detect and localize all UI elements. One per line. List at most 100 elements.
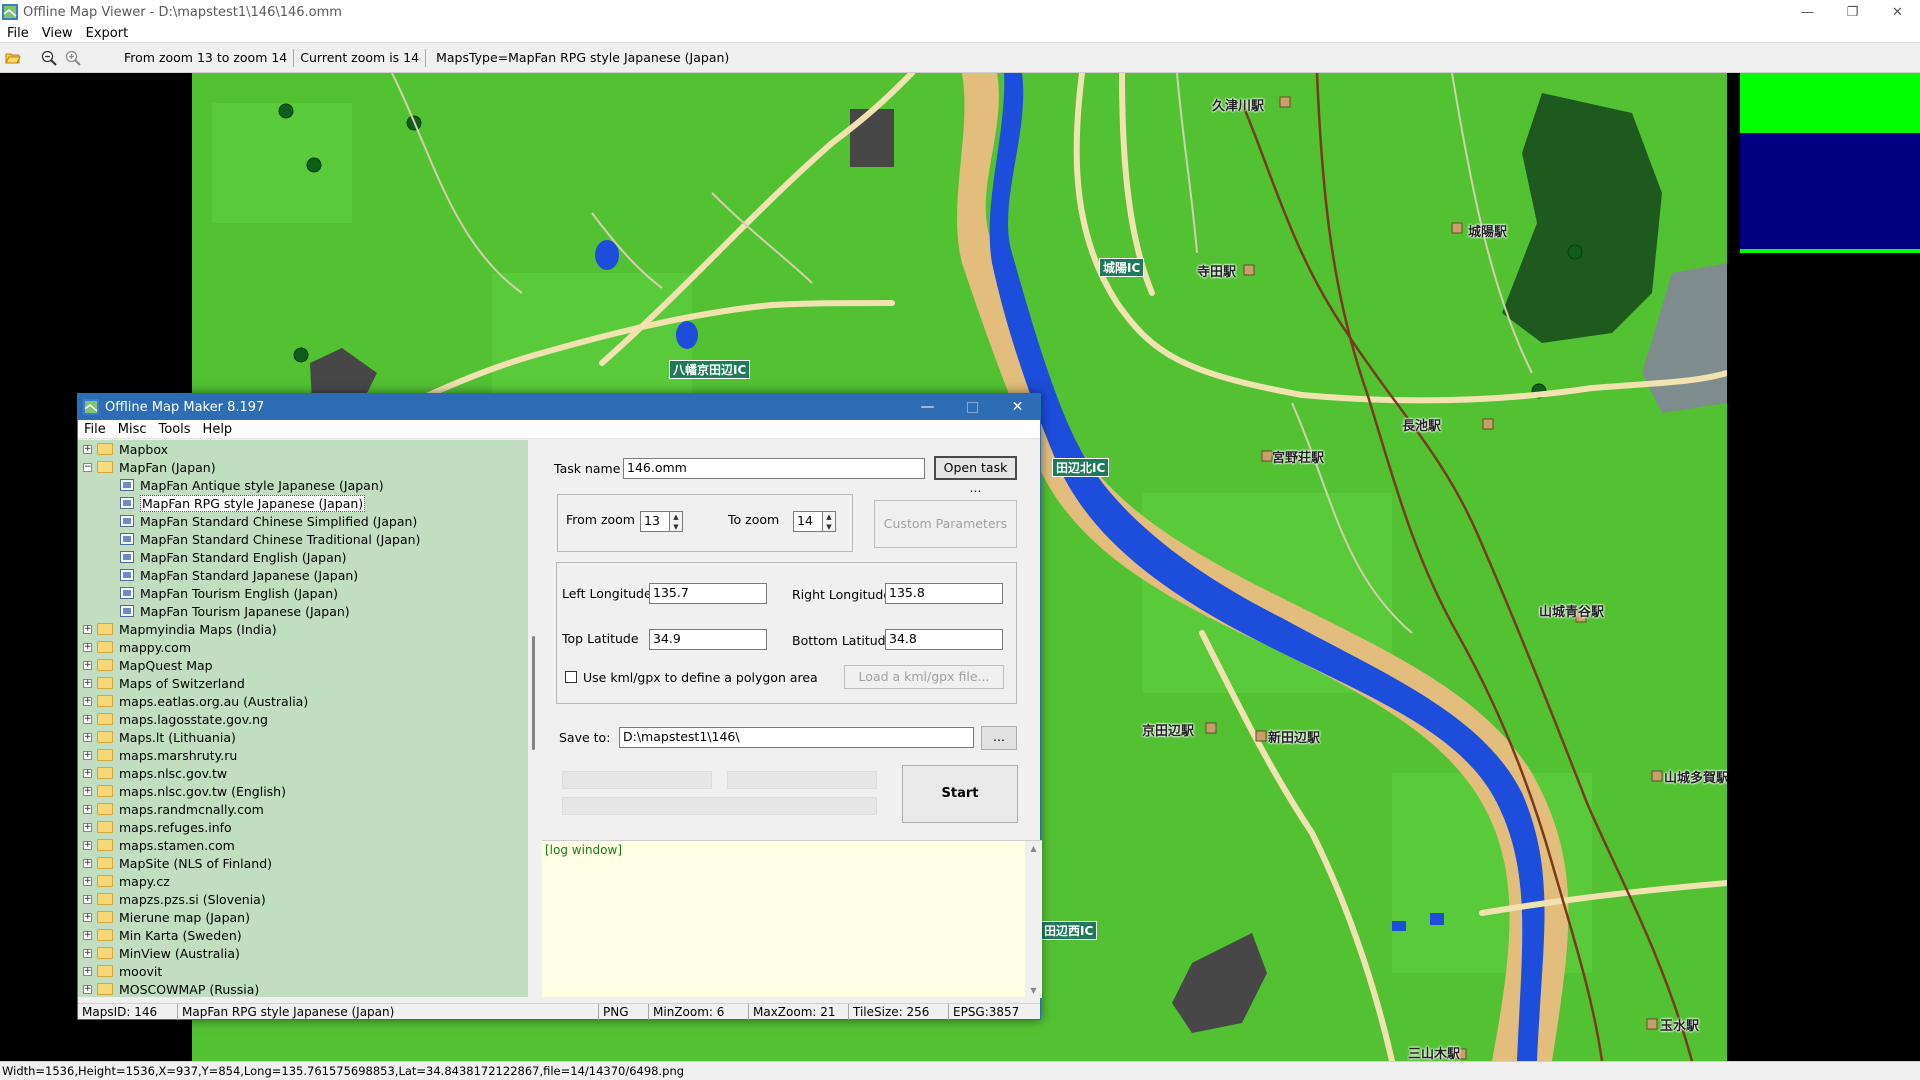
tree-folder-item[interactable]: + mappy.com — [78, 638, 535, 656]
kml-checkbox-text[interactable]: Use kml/gpx to define a polygon area — [583, 670, 818, 685]
collapse-icon[interactable]: − — [83, 462, 92, 472]
load-kml-button[interactable]: Load a kml/gpx file... — [844, 665, 1004, 689]
tree-folder-item[interactable]: + maps.lagosstate.gov.ng — [78, 710, 535, 728]
top-latitude-input[interactable]: 34.9 — [649, 629, 767, 650]
tree-map-item[interactable]: MapFan Standard Chinese Traditional (Jap… — [78, 530, 535, 548]
minimize-button[interactable]: — — [1785, 0, 1830, 24]
expand-icon[interactable]: + — [83, 876, 92, 886]
tree-folder-item[interactable]: − MapFan (Japan) — [78, 458, 535, 476]
task-name-input[interactable]: 146.omm — [623, 458, 925, 479]
tree-folder-item[interactable]: + maps.eatlas.org.au (Australia) — [78, 692, 535, 710]
log-scrollbar[interactable]: ▲ ▼ — [1025, 841, 1042, 998]
to-zoom-down-icon[interactable]: ▼ — [823, 522, 835, 532]
tree-map-item[interactable]: MapFan RPG style Japanese (Japan) — [78, 494, 535, 512]
tree-folder-item[interactable]: + Mapmyindia Maps (India) — [78, 620, 535, 638]
tree-map-item[interactable]: MapFan Standard English (Japan) — [78, 548, 535, 566]
close-button[interactable]: ✕ — [1875, 0, 1920, 24]
log-window[interactable]: [log window] ▲ ▼ — [542, 840, 1042, 998]
tree-folder-item[interactable]: + maps.nlsc.gov.tw — [78, 764, 535, 782]
tree-folder-item[interactable]: + Mapbox — [78, 440, 535, 458]
dialog-maximize-button[interactable]: □ — [950, 394, 995, 420]
expand-icon[interactable]: + — [83, 768, 92, 778]
expand-icon[interactable]: + — [83, 858, 92, 868]
expand-icon[interactable]: + — [83, 984, 92, 994]
tree-map-item[interactable]: MapFan Antique style Japanese (Japan) — [78, 476, 535, 494]
dialog-menu-help[interactable]: Help — [197, 422, 239, 437]
expand-icon[interactable]: + — [83, 624, 92, 634]
expand-icon[interactable]: + — [83, 804, 92, 814]
tree-folder-item[interactable]: + moovit — [78, 962, 535, 980]
expand-icon[interactable]: + — [83, 696, 92, 706]
tree-folder-item[interactable]: + MapQuest Map — [78, 656, 535, 674]
tree-folder-item[interactable]: + maps.marshruty.ru — [78, 746, 535, 764]
browse-button[interactable]: ... — [981, 726, 1017, 750]
tree-map-item[interactable]: MapFan Standard Japanese (Japan) — [78, 566, 535, 584]
tree-folder-item[interactable]: + MinView (Australia) — [78, 944, 535, 962]
tree-scroll-thumb[interactable] — [532, 636, 535, 750]
left-longitude-input[interactable]: 135.7 — [649, 583, 767, 604]
tree-map-item[interactable]: MapFan Standard Chinese Simplified (Japa… — [78, 512, 535, 530]
open-task-button[interactable]: Open task ... — [934, 456, 1017, 495]
tree-folder-item[interactable]: + MOSCOWMAP (Russia) — [78, 980, 535, 997]
expand-icon[interactable]: + — [83, 930, 92, 940]
expand-icon[interactable]: + — [83, 912, 92, 922]
from-zoom-input[interactable]: 13 — [640, 511, 670, 532]
menu-file[interactable]: File — [0, 26, 35, 41]
bottom-latitude-input[interactable]: 34.8 — [885, 629, 1003, 650]
expand-icon[interactable]: + — [83, 732, 92, 742]
save-to-input[interactable]: D:\mapstest1\146\ — [619, 727, 974, 748]
zoom-in-icon[interactable] — [62, 47, 84, 69]
tree-folder-item[interactable]: + maps.refuges.info — [78, 818, 535, 836]
expand-icon[interactable]: + — [83, 948, 92, 958]
zoom-out-icon[interactable] — [38, 47, 60, 69]
from-zoom-up-icon[interactable]: ▲ — [670, 512, 682, 522]
expand-icon[interactable]: + — [83, 966, 92, 976]
dialog-minimize-button[interactable]: — — [905, 394, 950, 420]
dialog-menu-tools[interactable]: Tools — [153, 422, 197, 437]
dialog-close-button[interactable]: ✕ — [995, 394, 1040, 420]
restore-button[interactable]: ❐ — [1830, 0, 1875, 24]
dialog-menu-misc[interactable]: Misc — [112, 422, 153, 437]
overview-panel[interactable] — [1740, 73, 1920, 1061]
expand-icon[interactable]: + — [83, 822, 92, 832]
tree-map-item[interactable]: MapFan Tourism English (Japan) — [78, 584, 535, 602]
to-zoom-input[interactable]: 14 — [793, 511, 823, 532]
dialog-menu-file[interactable]: File — [78, 422, 112, 437]
start-button[interactable]: Start — [902, 765, 1018, 823]
expand-icon[interactable]: + — [83, 750, 92, 760]
to-zoom-spinner[interactable]: ▲ ▼ — [822, 511, 836, 532]
tree-folder-item[interactable]: + mapy.cz — [78, 872, 535, 890]
expand-icon[interactable]: + — [83, 840, 92, 850]
tree-folder-item[interactable]: + Maps of Switzerland — [78, 674, 535, 692]
dialog-titlebar[interactable]: Offline Map Maker 8.197 — □ ✕ — [78, 394, 1040, 420]
tree-folder-item[interactable]: + MapSite (NLS of Finland) — [78, 854, 535, 872]
maps-tree[interactable]: + Mapbox − MapFan (Japan) MapFan Antique sty… — [78, 440, 536, 997]
tree-folder-item[interactable]: + Min Karta (Sweden) — [78, 926, 535, 944]
open-folder-icon[interactable] — [2, 47, 24, 69]
from-zoom-spinner[interactable]: ▲ ▼ — [669, 511, 683, 532]
menu-export[interactable]: Export — [79, 26, 135, 41]
to-zoom-up-icon[interactable]: ▲ — [823, 512, 835, 522]
expand-icon[interactable]: + — [83, 786, 92, 796]
right-longitude-input[interactable]: 135.8 — [885, 583, 1003, 604]
scroll-down-icon[interactable]: ▼ — [1025, 986, 1042, 995]
tree-folder-item[interactable]: + maps.nlsc.gov.tw (English) — [78, 782, 535, 800]
tree-folder-item[interactable]: + maps.stamen.com — [78, 836, 535, 854]
from-zoom-down-icon[interactable]: ▼ — [670, 522, 682, 532]
tree-folder-item[interactable]: + Maps.lt (Lithuania) — [78, 728, 535, 746]
scroll-up-icon[interactable]: ▲ — [1025, 844, 1042, 853]
expand-icon[interactable]: + — [83, 660, 92, 670]
expand-icon[interactable]: + — [83, 714, 92, 724]
expand-icon[interactable]: + — [83, 642, 92, 652]
kml-checkbox[interactable] — [565, 671, 577, 683]
tree-folder-item[interactable]: + maps.randmcnally.com — [78, 800, 535, 818]
menu-view[interactable]: View — [35, 26, 79, 41]
tree-folder-item[interactable]: + Mierune map (Japan) — [78, 908, 535, 926]
expand-icon[interactable]: + — [83, 678, 92, 688]
expand-icon[interactable]: + — [83, 444, 92, 454]
tree-scrollbar[interactable] — [528, 440, 540, 997]
custom-parameters-button[interactable]: Custom Parameters — [874, 500, 1017, 548]
expand-icon[interactable]: + — [83, 894, 92, 904]
tree-map-item[interactable]: MapFan Tourism Japanese (Japan) — [78, 602, 535, 620]
tree-folder-item[interactable]: + mapzs.pzs.si (Slovenia) — [78, 890, 535, 908]
